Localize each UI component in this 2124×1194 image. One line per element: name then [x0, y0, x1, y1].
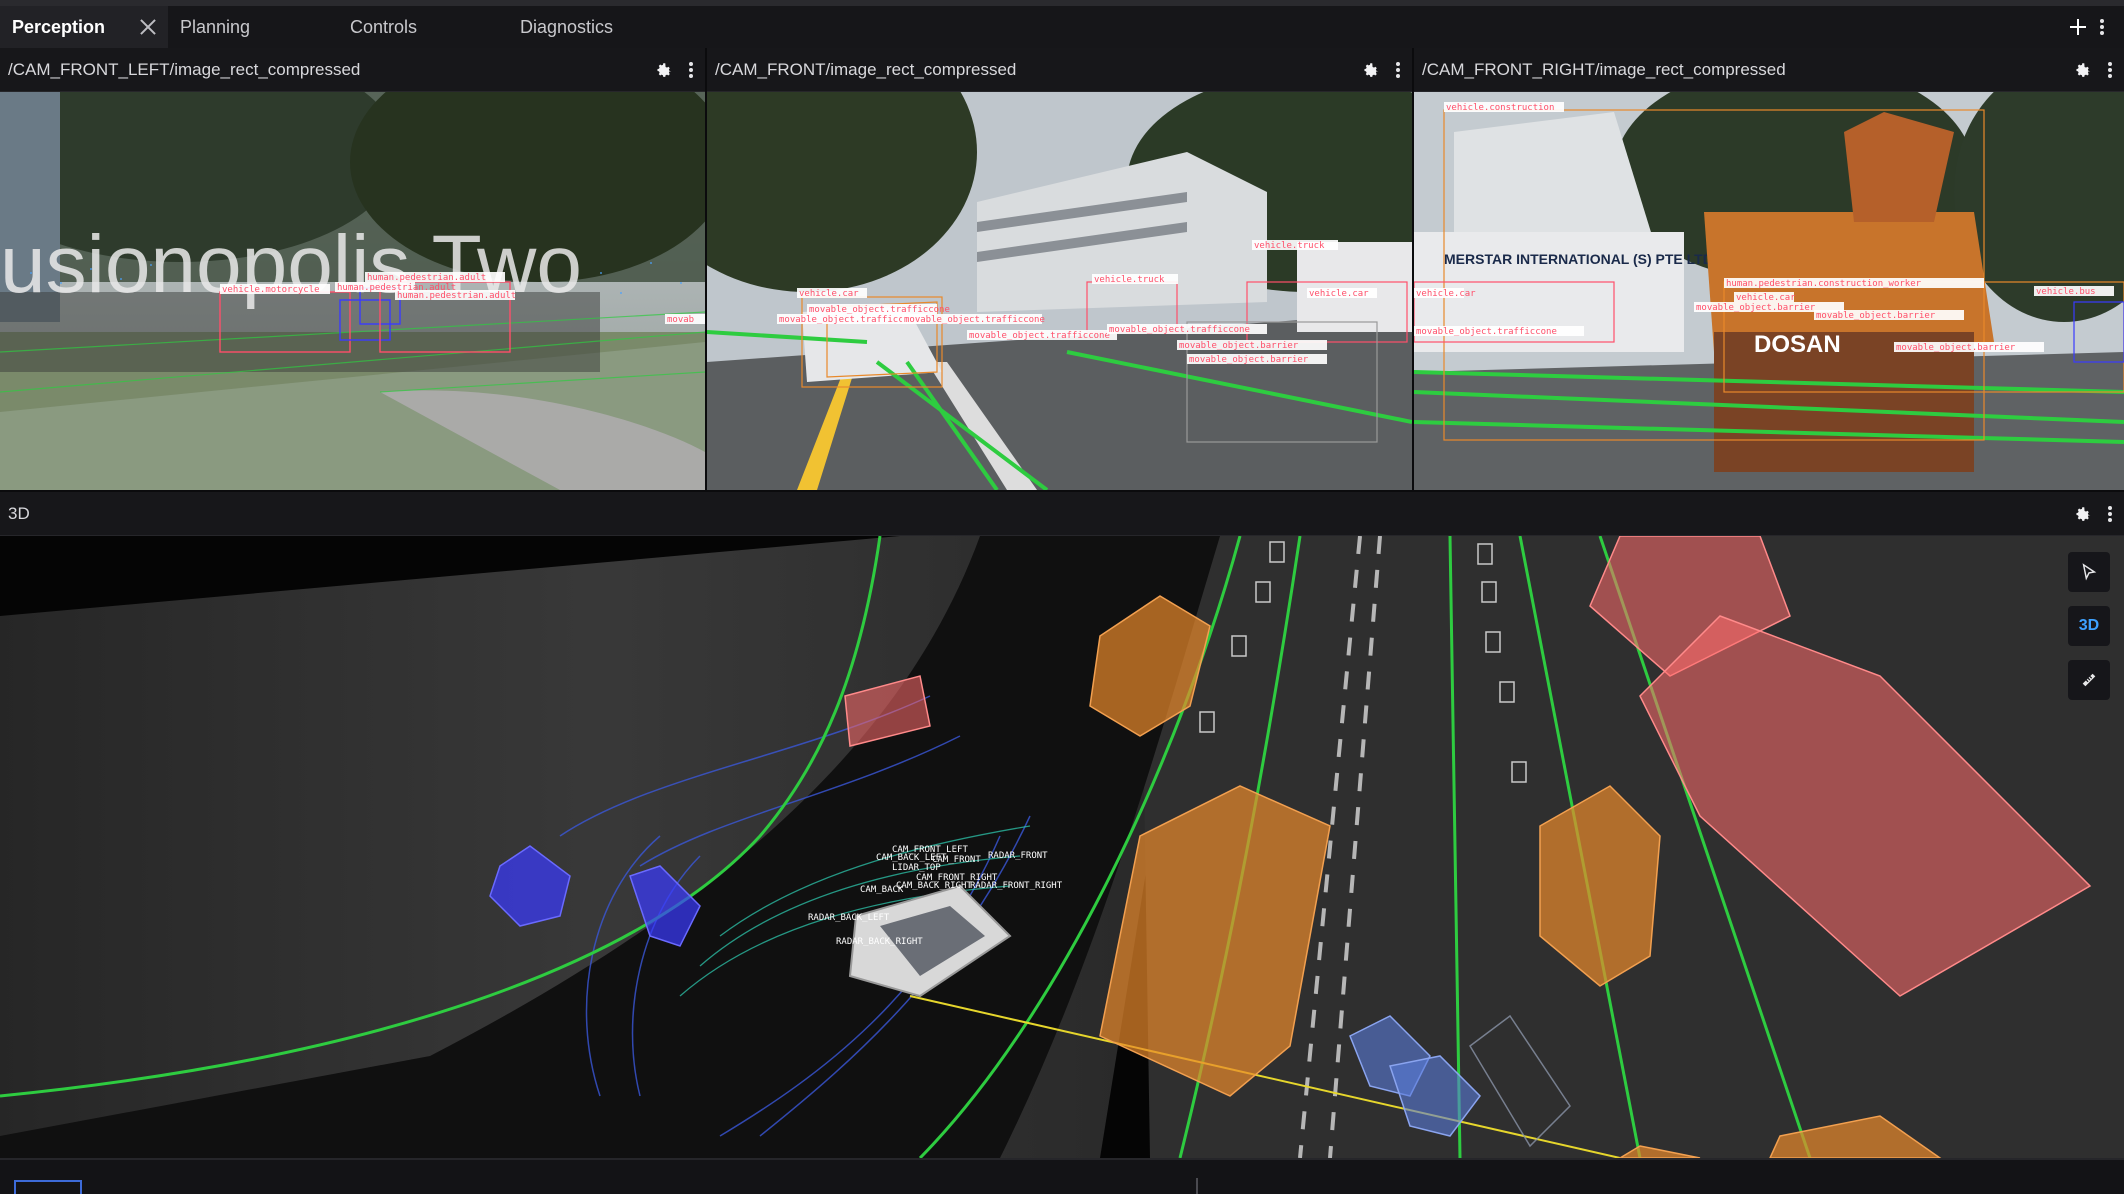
playhead[interactable] — [14, 1180, 82, 1194]
camera-image: usionopolis Two vehicle.motorcycle human… — [0, 92, 705, 490]
tab-perception[interactable]: Perception — [0, 6, 168, 48]
timeline-marker — [1196, 1178, 1198, 1194]
gear-icon[interactable] — [655, 61, 673, 79]
detection-label: movable_object.barrier — [1696, 303, 1816, 313]
panel-title: /CAM_FRONT/image_rect_compressed — [715, 59, 1017, 79]
tab-diagnostics[interactable]: Diagnostics — [508, 6, 678, 48]
sensor-label: CAM_BACK_RIGHT — [896, 881, 972, 891]
tab-bar: Perception Planning Controls Diagnostics — [0, 0, 2124, 48]
tab-controls[interactable]: Controls — [338, 6, 508, 48]
panel-header: 3D — [0, 492, 2124, 536]
detection-label: vehicle.motorcycle — [222, 285, 320, 295]
view-mode-label: 3D — [2078, 617, 2100, 634]
cursor-icon — [2082, 563, 2097, 581]
playback-timeline[interactable] — [0, 1158, 2124, 1194]
tab-planning[interactable]: Planning — [168, 6, 338, 48]
detection-label: movable_object.trafficcone — [1416, 327, 1557, 337]
detection-label: movable_object.trafficcone — [779, 315, 920, 325]
detection-label: movable_object.barrier — [1816, 311, 1936, 321]
truck-text: MERSTAR INTERNATIONAL (S) PTE LTD — [1444, 251, 1713, 267]
three-d-toolbar: 3D — [2068, 552, 2110, 700]
cam-front-right-panel: /CAM_FRONT_RIGHT/image_rect_compressed M… — [1414, 48, 2124, 490]
detection-label: movable_object.trafficcone — [904, 315, 1045, 325]
detection-label: vehicle.car — [1416, 289, 1476, 299]
detection-label: movable_object.trafficcone — [1109, 325, 1250, 335]
gear-icon[interactable] — [1362, 61, 1380, 79]
detection-label: vehicle.truck — [1094, 275, 1165, 285]
more-options-icon[interactable] — [2108, 61, 2112, 78]
sensor-label: RADAR_BACK_RIGHT — [836, 937, 923, 947]
sensor-label: RADAR_FRONT_RIGHT — [970, 881, 1063, 891]
cam-front-left-panel: /CAM_FRONT_LEFT/image_rect_compressed us… — [0, 48, 705, 490]
detection-label: human.pedestrian.adult — [367, 273, 486, 283]
detection-label: movable_object.trafficcone — [809, 305, 950, 315]
detection-label: vehicle.bus — [2036, 287, 2096, 297]
excavator-text: DOSAN — [1754, 331, 1841, 358]
three-d-scene[interactable]: CAM_FRONT_LEFT CAM_BACK_LEFT CAM_FRONT R… — [0, 536, 2124, 1158]
detection-label: movable_object.barrier — [1189, 355, 1309, 365]
panel-header: /CAM_FRONT_RIGHT/image_rect_compressed — [1414, 48, 2124, 92]
panel-header: /CAM_FRONT_LEFT/image_rect_compressed — [0, 48, 705, 92]
ruler-icon — [2082, 673, 2096, 687]
camera-image: vehicle.truck vehicle.car vehicle.truck … — [707, 92, 1412, 490]
tab-label: Controls — [350, 16, 418, 37]
panel-actions — [2074, 61, 2116, 79]
close-icon[interactable] — [138, 17, 158, 37]
more-options-icon[interactable] — [1396, 61, 1400, 78]
tab-label: Planning — [180, 16, 251, 37]
measure-tool-button[interactable] — [2068, 660, 2110, 700]
detection-label: human.pedestrian.construction_worker — [1726, 279, 1922, 289]
three-d-panel: 3D CAM_FRONT_LEFT CAM_BACK_LEFT CAM_FRON… — [0, 492, 2124, 1158]
more-options-icon[interactable] — [689, 61, 693, 78]
tab-label: Perception — [12, 16, 106, 37]
add-tab-icon[interactable] — [2070, 19, 2086, 35]
gear-icon[interactable] — [2074, 505, 2092, 523]
sensor-label: CAM_BACK — [860, 885, 904, 895]
detection-label: movable_object.barrier — [1896, 343, 2016, 353]
view-mode-button[interactable]: 3D — [2068, 606, 2110, 646]
sensor-label: RADAR_FRONT — [988, 851, 1048, 861]
gear-icon[interactable] — [2074, 61, 2092, 79]
select-tool-button[interactable] — [2068, 552, 2110, 592]
detection-label: vehicle.construction — [1446, 103, 1554, 113]
panel-title: /CAM_FRONT_RIGHT/image_rect_compressed — [1422, 59, 1786, 79]
panel-header: /CAM_FRONT/image_rect_compressed — [707, 48, 1412, 92]
cam-front-panel: /CAM_FRONT/image_rect_compressed vehicle… — [707, 48, 1412, 490]
more-options-icon[interactable] — [2100, 19, 2104, 35]
panel-actions — [1362, 61, 1404, 79]
detection-label: human.pedestrian.adult — [397, 291, 516, 301]
more-options-icon[interactable] — [2108, 505, 2112, 522]
panel-title: 3D — [8, 503, 30, 523]
tabbar-actions — [2070, 19, 2124, 35]
detection-label: movab — [667, 315, 694, 325]
tab-label: Diagnostics — [520, 16, 614, 37]
panel-actions — [655, 61, 697, 79]
detection-label: movable_object.trafficcone — [969, 331, 1110, 341]
panel-title: /CAM_FRONT_LEFT/image_rect_compressed — [8, 59, 361, 79]
detection-label: vehicle.truck — [1254, 241, 1325, 251]
sensor-label: RADAR_BACK_LEFT — [808, 913, 890, 923]
detection-label: movable_object.barrier — [1179, 341, 1299, 351]
detection-label: vehicle.car — [1736, 293, 1796, 303]
sensor-label: LIDAR_TOP — [892, 863, 941, 873]
detection-label: vehicle.car — [799, 289, 859, 299]
panel-actions — [2074, 505, 2116, 523]
camera-image: MERSTAR INTERNATIONAL (S) PTE LTD DOSAN … — [1414, 92, 2124, 490]
detection-label: vehicle.car — [1309, 289, 1369, 299]
